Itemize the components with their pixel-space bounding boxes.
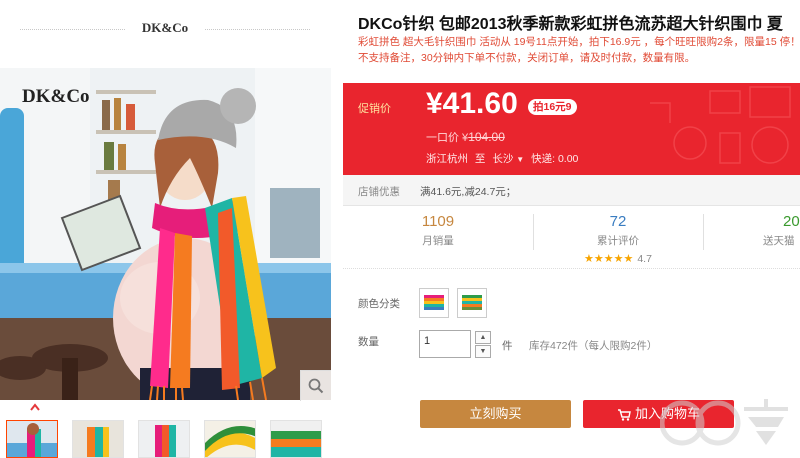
add-to-cart-button[interactable]: 加入购物车 (583, 400, 734, 428)
photo-brand-logo: DK&Co (22, 86, 90, 107)
thumbnail[interactable] (138, 420, 190, 458)
tmall-points: 20 送天猫 (703, 206, 800, 268)
color-swatch[interactable] (419, 288, 449, 318)
thumbnail[interactable] (72, 420, 124, 458)
shop-offer: 店铺优惠 满41.6元,减24.7元； (343, 175, 800, 206)
product-info: DKCo针织 包邮2013秋季新款彩虹拼色流苏超大针织围巾 夏 彩虹拼色 超大毛… (343, 0, 800, 458)
destination-select[interactable]: 长沙 ▼ (492, 153, 524, 165)
shop-offer-value: 满41.6元,减24.7元； (420, 186, 517, 198)
add-to-cart-label: 加入购物车 (634, 406, 700, 421)
thumbnail[interactable] (270, 420, 322, 458)
main-product-photo[interactable]: DK&Co (0, 68, 331, 400)
shipping-info: 浙江杭州 至 长沙 ▼ 快递: 0.00 (426, 151, 578, 166)
buy-now-button[interactable]: 立刻购买 (420, 400, 571, 428)
chevron-down-icon: ▼ (516, 155, 525, 164)
thumbnail[interactable] (6, 420, 58, 458)
monthly-sales-label: 月销量 (422, 235, 454, 247)
product-title: DKCo针织 包邮2013秋季新款彩虹拼色流苏超大针织围巾 夏 (358, 16, 783, 33)
ship-to-label: 至 (474, 153, 486, 165)
product-subtitle: 彩虹拼色 超大毛针织围巾 活动从 19号11点开始，拍下16.9元 ，每个旺旺限… (358, 36, 800, 64)
rating-value: 4.7 (637, 253, 652, 265)
tmall-points-value: 20 (783, 213, 800, 230)
cart-icon (617, 408, 631, 421)
color-label: 颜色分类 (358, 298, 400, 310)
shop-offer-label: 店铺优惠 (358, 186, 400, 198)
chevron-up-icon: ▲ (479, 334, 487, 341)
stock-info: 库存472件（每人限购2件） (529, 340, 658, 352)
brand-name[interactable]: DK&Co (125, 20, 205, 36)
shipping-fee: 快递: 0.00 (531, 153, 579, 165)
sales-stats: 1109 月销量 72 累计评价 ★★★★★ 4.7 20 送天猫 (343, 206, 800, 269)
review-count-value: 72 (609, 213, 627, 230)
original-price-label: 一口价 ¥ (426, 132, 469, 144)
quantity-label: 数量 (358, 336, 379, 348)
promo-price-label: 促销价 (358, 103, 391, 115)
quantity-unit: 件 (502, 340, 513, 352)
thumbnail-strip (0, 420, 340, 458)
monthly-sales-value: 1109 (421, 213, 455, 230)
product-gallery: DK&Co DK&Co (0, 0, 340, 458)
quantity-decrease-button[interactable]: ▼ (475, 345, 491, 358)
discount-badge: 拍16元9 (528, 99, 577, 115)
original-price: 一口价 ¥104.00 (426, 129, 505, 145)
brand-header: DK&Co (0, 0, 340, 60)
review-count-label: 累计评价 (597, 235, 639, 247)
monthly-sales: 1109 月销量 (343, 206, 533, 268)
quantity-increase-button[interactable]: ▲ (475, 331, 491, 344)
zoom-button[interactable] (300, 370, 331, 401)
promo-panel: 促销价 ¥41.60 拍16元9 一口价 ¥104.00 浙江杭州 至 长沙 ▼… (343, 83, 800, 175)
chevron-down-icon: ▼ (479, 348, 487, 355)
magnifier-icon (308, 378, 324, 394)
divider (20, 29, 125, 30)
original-price-value: 104.00 (468, 130, 505, 144)
decorative-pattern (650, 86, 791, 164)
promo-price: ¥41.60 (426, 87, 518, 120)
divider (205, 29, 310, 30)
thumbnail[interactable] (204, 420, 256, 458)
quantity-input[interactable]: 1 (419, 330, 471, 358)
rating-stars-icon: ★★★★★ (584, 253, 634, 265)
ship-from: 浙江杭州 (426, 153, 468, 165)
thumbnail-pointer-icon (30, 403, 40, 411)
review-count[interactable]: 72 累计评价 ★★★★★ 4.7 (533, 206, 703, 268)
tmall-points-label: 送天猫 (763, 235, 795, 247)
color-swatch[interactable] (457, 288, 487, 318)
